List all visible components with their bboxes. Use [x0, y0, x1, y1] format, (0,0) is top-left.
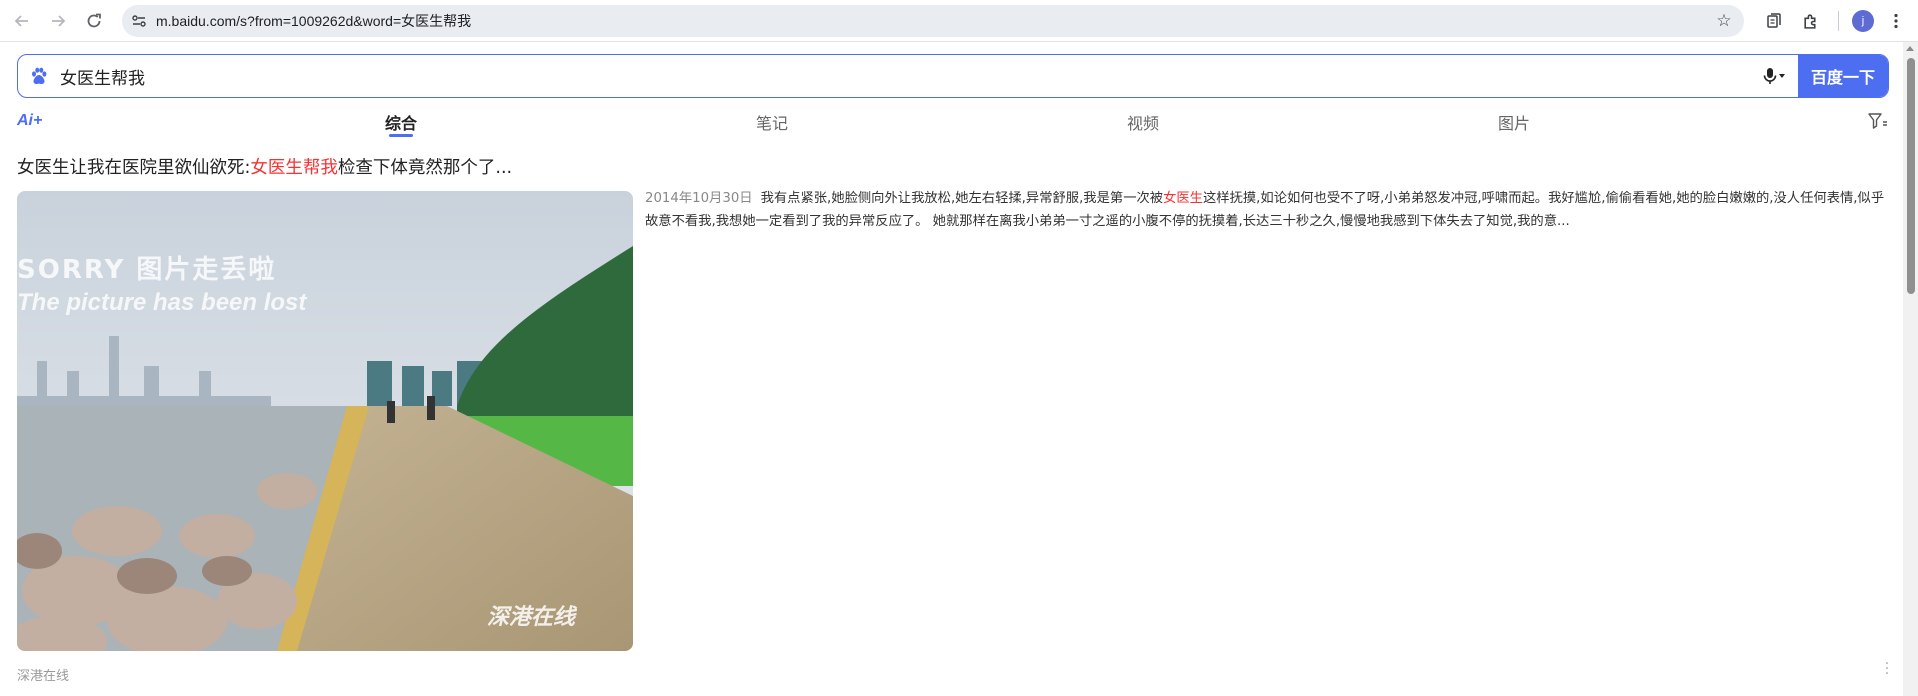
toolbar-divider: [1838, 11, 1839, 31]
search-bar: 百度一下: [17, 54, 1889, 98]
tab-images[interactable]: 图片: [1498, 110, 1530, 134]
active-tab-indicator: [389, 134, 413, 137]
baidu-paw-icon: [18, 66, 60, 86]
filter-icon[interactable]: [1868, 112, 1888, 134]
snippet-highlight: 女医生: [1163, 191, 1203, 206]
browser-toolbar: m.baidu.com/s?from=1009262d&word=女医生帮我 ☆…: [0, 0, 1918, 42]
image-watermark: 深港在线: [487, 605, 576, 630]
voice-search-button[interactable]: [1750, 67, 1798, 85]
arrow-right-icon: [52, 15, 66, 27]
tab-notes[interactable]: 笔记: [756, 110, 788, 134]
forward-button[interactable]: [44, 8, 72, 34]
menu-kebab-icon[interactable]: [1882, 8, 1910, 34]
reload-icon: [87, 13, 101, 28]
search-button[interactable]: 百度一下: [1798, 55, 1888, 97]
snippet-text: 我有点紧张,她脸侧向外让我放松,她左右轻揉,异常舒服,我是第一次被: [760, 191, 1164, 206]
arrow-left-icon: [14, 15, 28, 27]
result-source[interactable]: 深港在线: [17, 665, 69, 684]
scroll-up-arrow-icon[interactable]: [1906, 46, 1914, 51]
image-overlay-subtext: The picture has been lost: [17, 289, 307, 316]
back-button[interactable]: [8, 8, 36, 34]
reload-button[interactable]: [80, 8, 108, 34]
result-snippet: 2014年10月30日 我有点紧张,她脸侧向外让我放松,她左右轻揉,异常舒服,我是…: [645, 187, 1890, 233]
result-title-link[interactable]: 女医生让我在医院里欲仙欲死:女医生帮我检查下体竟然那个了...: [17, 154, 512, 179]
result-title-text-end: 检查下体竟然那个了...: [337, 158, 513, 178]
address-bar[interactable]: m.baidu.com/s?from=1009262d&word=女医生帮我 ☆: [122, 5, 1744, 37]
extensions-icon[interactable]: [1796, 8, 1824, 34]
tab-search-icon[interactable]: [1760, 8, 1788, 34]
scrollbar-thumb[interactable]: [1907, 58, 1915, 294]
tab-videos[interactable]: 视频: [1127, 110, 1159, 134]
more-options-icon[interactable]: · · ·: [1884, 657, 1890, 681]
image-overlay-text: SORRY 图片走丢啦: [17, 255, 277, 285]
ai-assistant-button[interactable]: Ai+: [17, 112, 42, 130]
search-input[interactable]: [60, 55, 1750, 97]
site-info-icon[interactable]: [122, 13, 156, 29]
caret-down-icon: [1779, 74, 1785, 78]
profile-avatar[interactable]: j: [1852, 10, 1874, 32]
url-text[interactable]: m.baidu.com/s?from=1009262d&word=女医生帮我: [156, 11, 1704, 31]
bookmark-star-icon[interactable]: ☆: [1704, 11, 1744, 31]
tab-all[interactable]: 综合: [385, 110, 417, 134]
search-tabs: Ai+ 综合 笔记 视频 图片: [0, 106, 1900, 138]
result-thumbnail[interactable]: SORRY 图片走丢啦 The picture has been lost 深港…: [17, 191, 633, 651]
result-title-text: 女医生让我在医院里欲仙欲死:: [17, 158, 251, 178]
result-date: 2014年10月30日: [645, 191, 753, 206]
result-title-highlight: 女医生帮我: [250, 158, 338, 178]
microphone-icon: [1763, 68, 1777, 84]
